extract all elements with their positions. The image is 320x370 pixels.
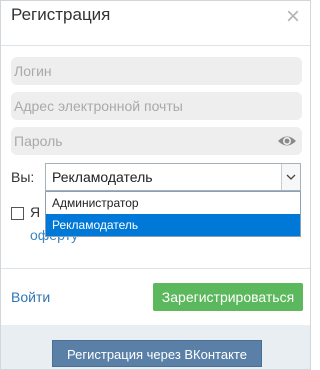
role-select[interactable]: Рекламодатель: [45, 163, 301, 191]
password-placeholder: Пароль: [14, 133, 63, 149]
agree-text: Я: [30, 204, 41, 220]
role-selected-value: Рекламодатель: [52, 169, 153, 185]
password-input[interactable]: Пароль: [11, 127, 302, 155]
actions-divider: [1, 268, 310, 269]
role-label: Вы:: [11, 169, 35, 185]
header-divider: [1, 45, 310, 46]
login-input[interactable]: Логин: [11, 57, 302, 85]
role-option-advertiser[interactable]: Рекламодатель: [46, 214, 300, 236]
footer: Регистрация через ВКонтакте: [1, 325, 310, 369]
register-button[interactable]: Зарегистрироваться: [153, 283, 303, 311]
chevron-down-icon[interactable]: [281, 164, 300, 190]
vk-register-button[interactable]: Регистрация через ВКонтакте: [52, 340, 262, 367]
close-icon[interactable]: ×: [286, 5, 300, 29]
registration-dialog: Регистрация × Логин Адрес электронной по…: [0, 0, 311, 370]
role-dropdown: Администратор Рекламодатель: [45, 191, 301, 237]
login-link[interactable]: Войти: [11, 289, 50, 305]
email-input[interactable]: Адрес электронной почты: [11, 92, 302, 120]
role-option-admin[interactable]: Администратор: [46, 192, 300, 214]
dialog-title: Регистрация: [11, 5, 111, 24]
eye-icon[interactable]: [277, 133, 297, 149]
agree-checkbox[interactable]: [11, 207, 24, 220]
